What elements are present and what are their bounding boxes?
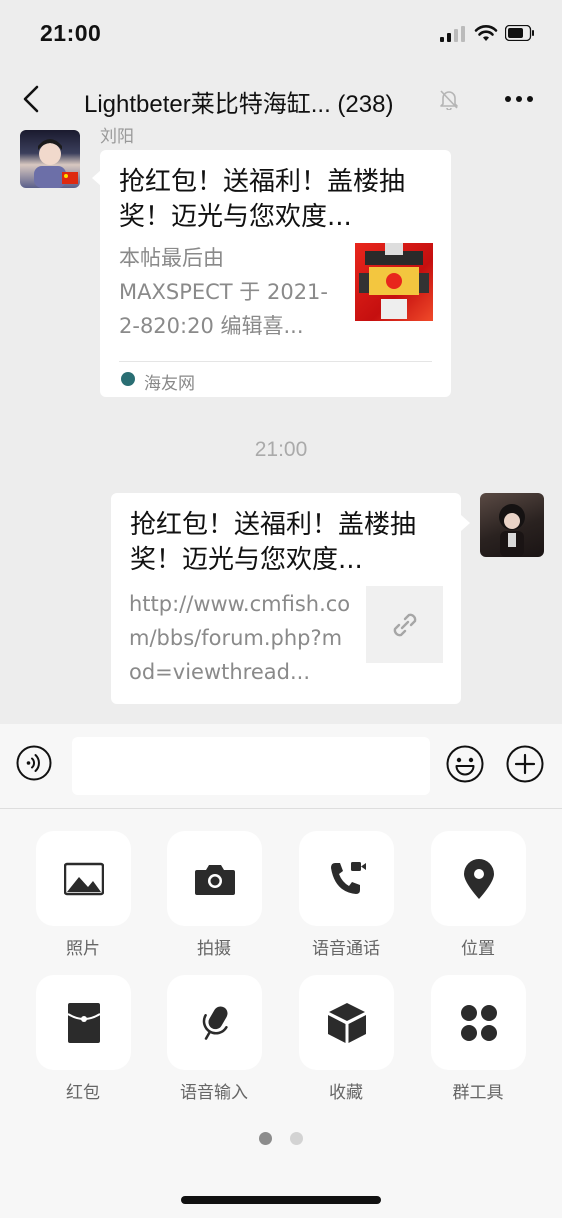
more-icon[interactable] bbox=[505, 86, 537, 112]
page-dot-active[interactable] bbox=[259, 1132, 272, 1145]
call-icon bbox=[330, 861, 366, 894]
message-input[interactable] bbox=[72, 737, 430, 795]
red-packet-button[interactable] bbox=[36, 975, 131, 1070]
wifi-icon bbox=[474, 25, 498, 41]
mute-bell-icon bbox=[440, 90, 458, 110]
card-source: 海友网 bbox=[144, 374, 195, 394]
message-timestamp: 21:00 bbox=[254, 438, 308, 461]
location-button[interactable] bbox=[431, 831, 526, 926]
chat-title: Lightbeter莱比特海缸... (238) bbox=[84, 91, 394, 118]
card-divider bbox=[119, 361, 432, 362]
tool-label: 拍摄 bbox=[197, 939, 231, 959]
card-url: http://www.cmfish.com/bbs/forum.php?mod=… bbox=[129, 592, 351, 684]
voice-call-button[interactable] bbox=[299, 831, 394, 926]
page-dot[interactable] bbox=[290, 1132, 303, 1145]
favorites-button[interactable] bbox=[299, 975, 394, 1070]
tool-label: 位置 bbox=[461, 939, 495, 959]
microphone-icon bbox=[202, 1005, 228, 1040]
card-thumbnail bbox=[355, 243, 433, 321]
back-icon[interactable] bbox=[18, 84, 48, 114]
sender-name: 刘阳 bbox=[100, 127, 134, 147]
camera-button[interactable] bbox=[167, 831, 262, 926]
card-title: 抢红包！送福利！盖楼抽奖！迈光与您欢度... bbox=[130, 510, 417, 575]
battery-icon bbox=[505, 25, 534, 41]
link-icon bbox=[366, 586, 443, 663]
bubble-arrow bbox=[461, 515, 470, 531]
location-icon bbox=[463, 858, 494, 899]
emoji-icon[interactable] bbox=[446, 745, 484, 783]
camera-icon bbox=[194, 864, 235, 895]
home-indicator bbox=[181, 1196, 381, 1204]
tool-label: 红包 bbox=[66, 1083, 100, 1103]
group-tools-button[interactable] bbox=[431, 975, 526, 1070]
tool-label: 语音通话 bbox=[312, 939, 380, 959]
tool-label: 收藏 bbox=[329, 1083, 363, 1103]
photo-button[interactable] bbox=[36, 831, 131, 926]
card-title: 抢红包！送福利！盖楼抽奖！迈光与您欢度... bbox=[119, 167, 406, 232]
status-time: 21:00 bbox=[40, 20, 102, 46]
group-tools-icon bbox=[460, 1004, 497, 1041]
tool-label: 语音输入 bbox=[180, 1083, 248, 1103]
plus-icon[interactable] bbox=[506, 745, 544, 783]
voice-mode-icon[interactable] bbox=[16, 745, 52, 781]
source-icon bbox=[121, 372, 135, 386]
signal-icon bbox=[440, 26, 465, 42]
photo-icon bbox=[63, 862, 104, 895]
red-packet-icon bbox=[66, 1002, 101, 1043]
avatar[interactable] bbox=[20, 130, 80, 188]
voice-input-button[interactable] bbox=[167, 975, 262, 1070]
card-description: 本帖最后由 MAXSPECT 于 2021-2-820:20 编辑喜... bbox=[119, 246, 328, 338]
avatar[interactable] bbox=[480, 493, 544, 557]
favorites-icon bbox=[327, 1002, 366, 1043]
tool-label: 照片 bbox=[66, 939, 100, 959]
tool-label: 群工具 bbox=[452, 1083, 504, 1103]
